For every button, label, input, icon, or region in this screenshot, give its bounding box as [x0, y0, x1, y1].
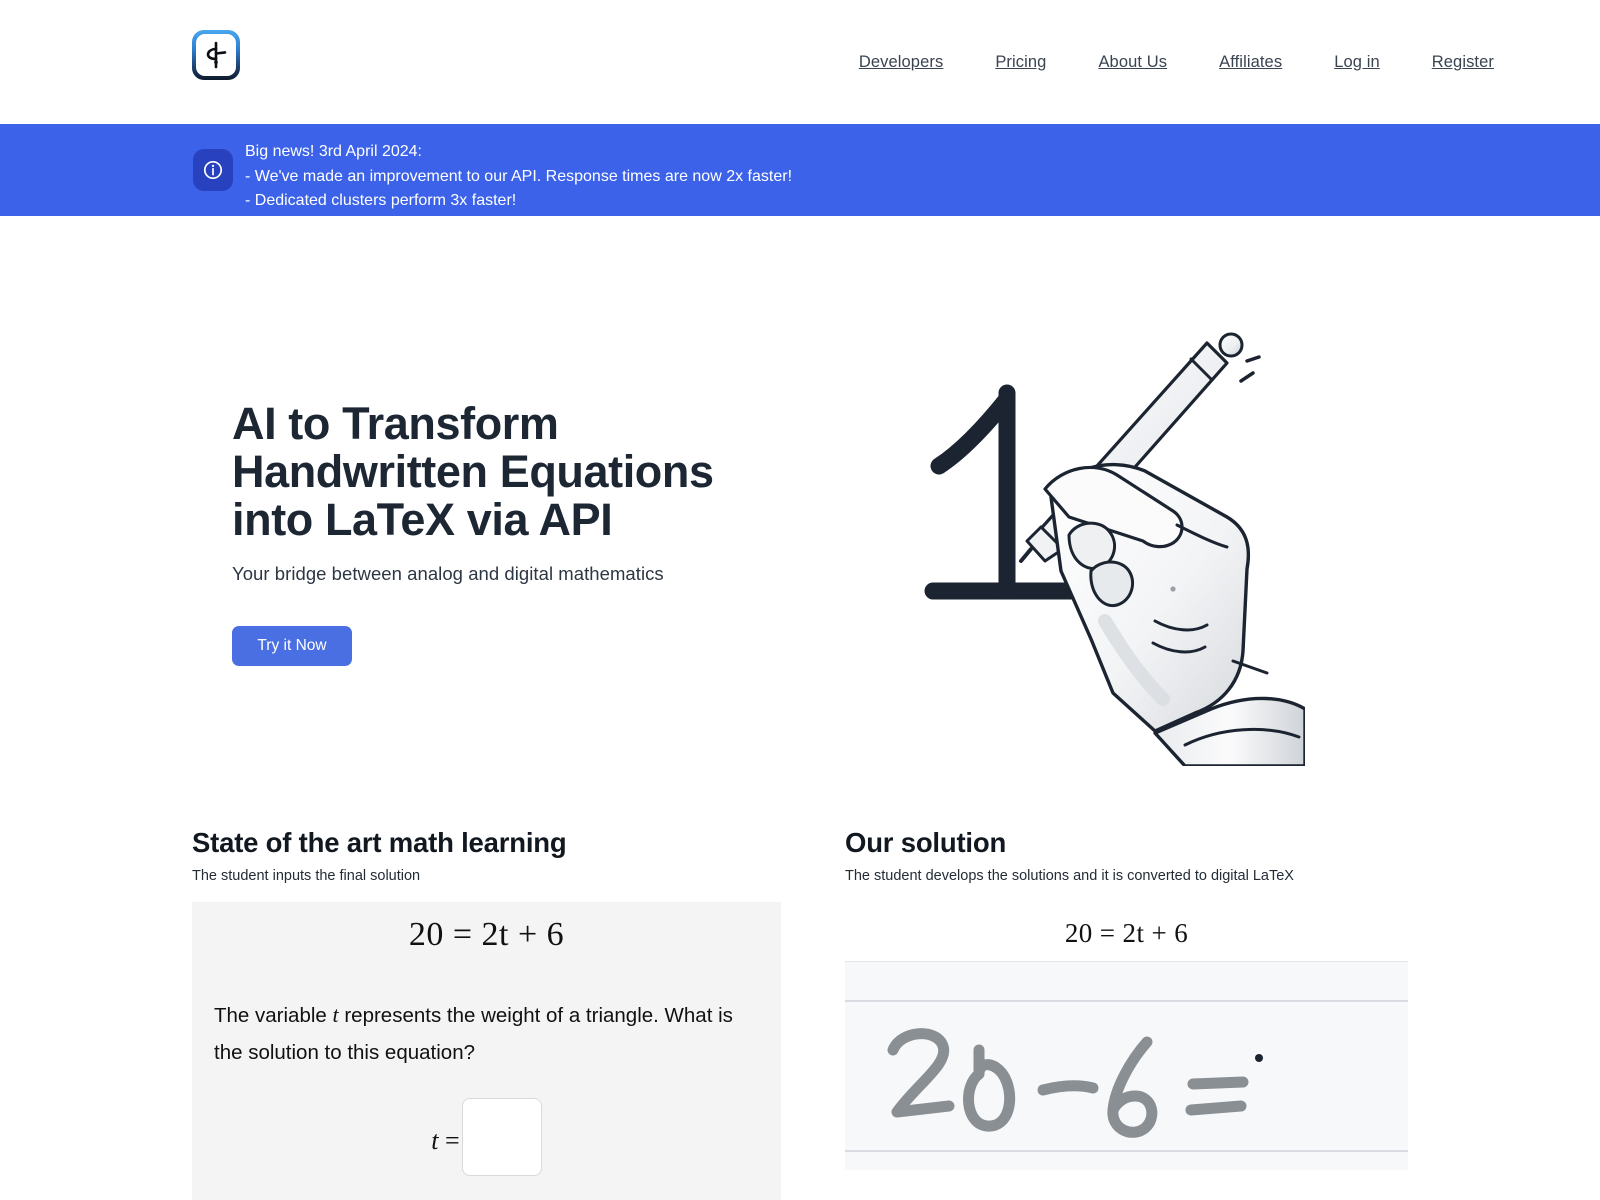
announcement-banner: Big news! 3rd April 2024: - We've made a…	[0, 124, 1600, 216]
main-navigation: Developers Pricing About Us Affiliates L…	[833, 0, 1520, 124]
hand-writing-digit-one-with-pen-illustration	[855, 321, 1305, 766]
math-learning-title: State of the art math learning	[192, 827, 567, 858]
banner-line-dedicated-clusters: - Dedicated clusters perform 3x faster!	[245, 192, 517, 209]
try-it-now-button[interactable]: Try it Now	[232, 626, 352, 666]
nav-item-pricing[interactable]: Pricing	[969, 45, 1072, 80]
hero-section: AI to Transform Handwritten Equations in…	[0, 216, 1600, 826]
solution-equation-text: 20 = 2t + 6	[1064, 918, 1189, 948]
solution-equation: 20 = 2t + 6	[845, 918, 1408, 949]
landing-page: Developers Pricing About Us Affiliates L…	[0, 0, 1600, 1200]
math-learning-column: State of the art math learning The stude…	[192, 826, 782, 1200]
nav-item-developers[interactable]: Developers	[833, 45, 969, 80]
handwriting-canvas-overflow	[845, 1152, 1408, 1170]
banner-line-api-improvement: - We've made an improvement to our API. …	[245, 167, 793, 185]
our-solution-subtitle: The student develops the solutions and i…	[845, 868, 1294, 884]
nav-item-affiliates[interactable]: Affiliates	[1193, 45, 1308, 80]
handwriting-toolbar[interactable]	[845, 961, 1408, 1002]
pen-nib-logo-icon	[196, 34, 236, 76]
hero-title: AI to Transform Handwritten Equations in…	[232, 398, 714, 545]
answer-row: t =	[192, 1098, 781, 1176]
banner-text: Big news! 3rd April 2024: - We've made a…	[245, 140, 792, 214]
cursor-dot-icon	[1255, 1054, 1263, 1062]
site-header: Developers Pricing About Us Affiliates L…	[0, 0, 1600, 124]
problem-equation-text: 20 = 2t + 6	[408, 916, 565, 953]
math-learning-subtitle: The student inputs the final solution	[192, 868, 421, 884]
handwriting-strokes-icon	[887, 1028, 1263, 1138]
math-problem-card: 20 = 2t + 6 The variable t represents th…	[192, 902, 781, 1200]
nav-item-about-us[interactable]: About Us	[1072, 45, 1193, 80]
features-section: State of the art math learning The stude…	[0, 826, 1600, 1200]
logo-tile	[192, 30, 240, 80]
nav-item-register[interactable]: Register	[1406, 45, 1520, 80]
problem-question: The variable t represents the weight of …	[214, 1002, 733, 1064]
site-logo[interactable]	[192, 30, 240, 80]
handwriting-canvas[interactable]	[845, 1002, 1408, 1152]
answer-input[interactable]	[461, 1098, 542, 1176]
nav-item-log-in[interactable]: Log in	[1308, 45, 1406, 80]
banner-line-headline: Big news! 3rd April 2024:	[245, 143, 422, 160]
info-circle-icon	[193, 149, 233, 191]
hero-subtitle: Your bridge between analog and digital m…	[232, 563, 664, 584]
problem-equation: 20 = 2t + 6	[192, 916, 781, 954]
our-solution-title: Our solution	[845, 827, 1007, 858]
answer-label: t =	[431, 1126, 460, 1155]
our-solution-column: Our solution The student develops the so…	[845, 826, 1408, 1170]
